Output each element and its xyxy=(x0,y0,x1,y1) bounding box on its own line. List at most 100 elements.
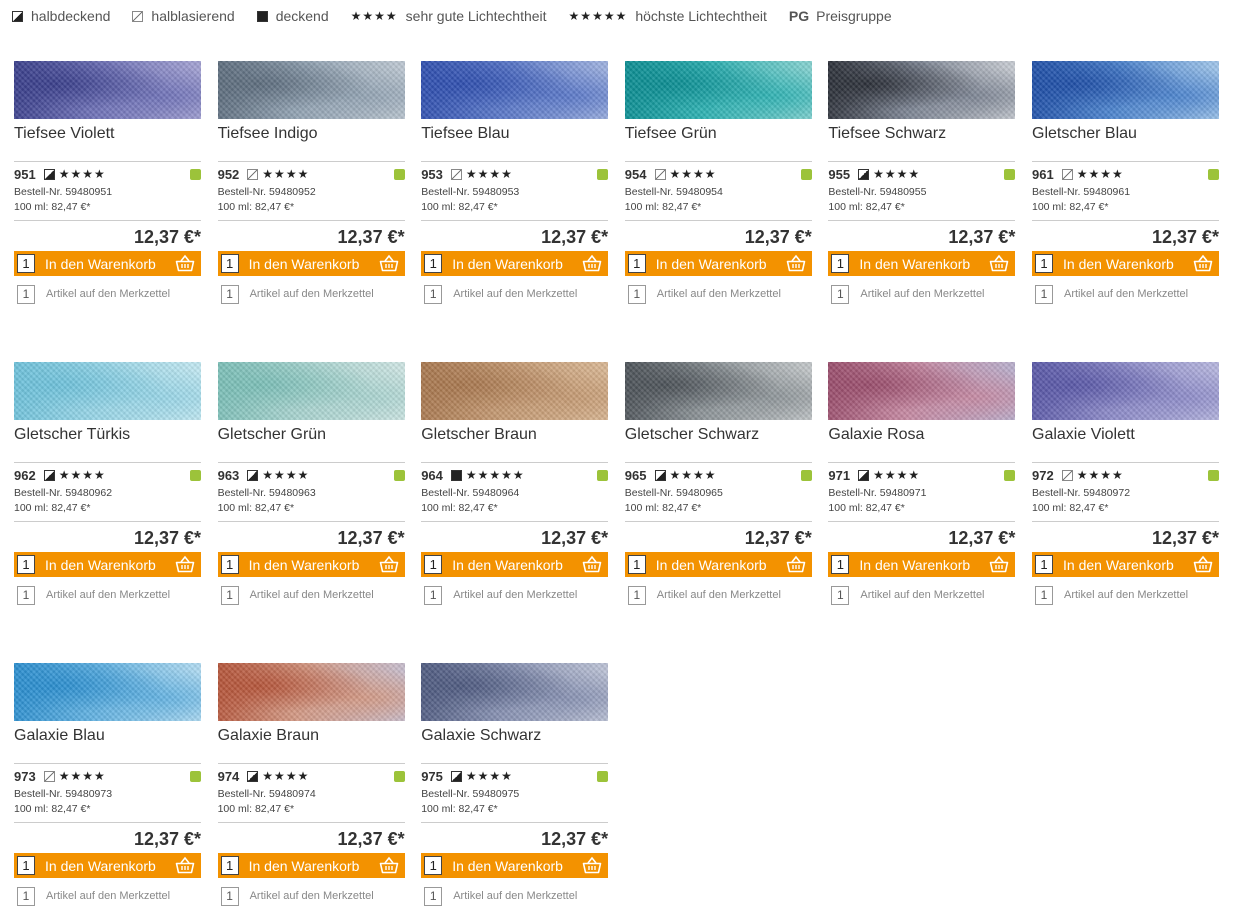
color-swatch-image[interactable] xyxy=(14,663,201,721)
color-swatch-image[interactable] xyxy=(217,663,405,721)
wishlist-quantity-input[interactable]: 1 xyxy=(220,585,239,605)
cart-quantity-input[interactable]: 1 xyxy=(17,254,35,273)
color-swatch-image[interactable] xyxy=(217,362,405,420)
cart-quantity-input[interactable]: 1 xyxy=(220,254,239,273)
add-to-cart-button[interactable]: 1 In den Warenkorb xyxy=(421,251,609,276)
cart-quantity-input[interactable]: 1 xyxy=(627,555,646,574)
color-swatch-image[interactable] xyxy=(828,362,1016,420)
cart-quantity-input[interactable]: 1 xyxy=(627,254,646,273)
product-name[interactable]: Gletscher Braun xyxy=(421,426,608,462)
add-to-cart-button[interactable]: 1 In den Warenkorb xyxy=(217,552,405,577)
add-to-wishlist-link[interactable]: Artikel auf den Merkzettel xyxy=(250,288,374,300)
color-swatch-image[interactable] xyxy=(1032,61,1219,119)
wishlist-quantity-input[interactable]: 1 xyxy=(17,886,35,906)
add-to-cart-button[interactable]: 1 In den Warenkorb xyxy=(421,552,609,577)
add-to-cart-button[interactable]: 1 In den Warenkorb xyxy=(828,251,1016,276)
cart-quantity-input[interactable]: 1 xyxy=(220,856,239,875)
add-to-wishlist-link[interactable]: Artikel auf den Merkzettel xyxy=(250,890,374,902)
color-swatch-image[interactable] xyxy=(624,61,812,119)
add-to-wishlist-link[interactable]: Artikel auf den Merkzettel xyxy=(453,288,577,300)
color-swatch-image[interactable] xyxy=(828,61,1016,119)
add-to-cart-button[interactable]: 1 In den Warenkorb xyxy=(1032,552,1219,577)
cart-quantity-input[interactable]: 1 xyxy=(17,555,35,574)
wishlist-quantity-input[interactable]: 1 xyxy=(424,886,443,906)
wishlist-quantity-input[interactable]: 1 xyxy=(1035,284,1053,304)
cart-quantity-input[interactable]: 1 xyxy=(1035,254,1053,273)
add-to-wishlist-link[interactable]: Artikel auf den Merkzettel xyxy=(657,288,781,300)
add-to-cart-button[interactable]: 1 In den Warenkorb xyxy=(1032,251,1219,276)
add-to-cart-button[interactable]: 1 In den Warenkorb xyxy=(14,552,201,577)
wishlist-quantity-input[interactable]: 1 xyxy=(1035,585,1053,605)
product-name[interactable]: Tiefsee Schwarz xyxy=(828,125,1015,161)
add-to-cart-button[interactable]: 1 In den Warenkorb xyxy=(421,853,609,878)
cart-quantity-input[interactable]: 1 xyxy=(831,555,850,574)
product-name[interactable]: Galaxie Schwarz xyxy=(421,727,608,763)
cart-quantity-input[interactable]: 1 xyxy=(17,856,35,875)
wishlist-quantity-input[interactable]: 1 xyxy=(220,284,239,304)
product-name[interactable]: Galaxie Violett xyxy=(1032,426,1219,462)
basket-icon xyxy=(990,555,1009,573)
product-card-955: Tiefsee Schwarz 955 ★★★★ Bestell-Nr. 594… xyxy=(828,61,1016,305)
color-swatch-image[interactable] xyxy=(421,362,609,420)
wishlist-quantity-input[interactable]: 1 xyxy=(627,585,646,605)
color-swatch-image[interactable] xyxy=(421,663,609,721)
product-name[interactable]: Galaxie Blau xyxy=(14,727,201,763)
cart-quantity-input[interactable]: 1 xyxy=(220,555,239,574)
wishlist-quantity-input[interactable]: 1 xyxy=(17,284,35,304)
add-to-wishlist-link[interactable]: Artikel auf den Merkzettel xyxy=(46,288,170,300)
wishlist-quantity-input[interactable]: 1 xyxy=(17,585,35,605)
product-name[interactable]: Gletscher Grün xyxy=(218,426,405,462)
product-name[interactable]: Gletscher Schwarz xyxy=(625,426,812,462)
cart-quantity-input[interactable]: 1 xyxy=(424,254,443,273)
product-name[interactable]: Gletscher Blau xyxy=(1032,125,1219,161)
add-to-cart-button[interactable]: 1 In den Warenkorb xyxy=(14,853,201,878)
color-swatch-image[interactable] xyxy=(1032,362,1219,420)
add-to-wishlist-link[interactable]: Artikel auf den Merkzettel xyxy=(46,890,170,902)
add-to-wishlist-link[interactable]: Artikel auf den Merkzettel xyxy=(453,890,577,902)
color-swatch-image[interactable] xyxy=(624,362,812,420)
product-name[interactable]: Galaxie Braun xyxy=(218,727,405,763)
lightfastness-stars-icon: ★★★★ xyxy=(58,468,106,482)
product-name[interactable]: Galaxie Rosa xyxy=(828,426,1015,462)
divider xyxy=(421,521,609,522)
add-to-wishlist-link[interactable]: Artikel auf den Merkzettel xyxy=(250,589,374,601)
cart-quantity-input[interactable]: 1 xyxy=(831,254,850,273)
add-to-cart-button[interactable]: 1 In den Warenkorb xyxy=(217,251,405,276)
add-to-cart-button[interactable]: 1 In den Warenkorb xyxy=(624,552,812,577)
add-to-cart-button[interactable]: 1 In den Warenkorb xyxy=(828,552,1016,577)
wishlist-quantity-input[interactable]: 1 xyxy=(831,585,850,605)
add-to-wishlist-link[interactable]: Artikel auf den Merkzettel xyxy=(657,589,781,601)
add-to-cart-button[interactable]: 1 In den Warenkorb xyxy=(14,251,201,276)
order-number: Bestell-Nr. 59480953 xyxy=(421,186,520,198)
add-to-wishlist-link[interactable]: Artikel auf den Merkzettel xyxy=(1064,589,1188,601)
product-name[interactable]: Tiefsee Indigo xyxy=(218,125,405,161)
price: 12,37 €* xyxy=(133,528,201,548)
product-name[interactable]: Tiefsee Grün xyxy=(625,125,812,161)
add-to-cart-button[interactable]: 1 In den Warenkorb xyxy=(624,251,812,276)
product-card-963: Gletscher Grün 963 ★★★★ Bestell-Nr. 5948… xyxy=(217,362,405,606)
divider xyxy=(624,161,812,162)
wishlist-quantity-input[interactable]: 1 xyxy=(831,284,850,304)
cart-quantity-input[interactable]: 1 xyxy=(424,856,443,875)
wishlist-quantity-input[interactable]: 1 xyxy=(424,284,443,304)
add-to-wishlist-link[interactable]: Artikel auf den Merkzettel xyxy=(860,288,984,300)
cart-quantity-input[interactable]: 1 xyxy=(424,555,443,574)
wishlist-quantity-input[interactable]: 1 xyxy=(424,585,443,605)
product-name[interactable]: Tiefsee Blau xyxy=(421,125,608,161)
product-number: 965 xyxy=(624,467,647,483)
wishlist-quantity-input[interactable]: 1 xyxy=(220,886,239,906)
color-swatch-image[interactable] xyxy=(14,61,201,119)
add-to-cart-button[interactable]: 1 In den Warenkorb xyxy=(217,853,405,878)
product-name[interactable]: Gletscher Türkis xyxy=(14,426,201,462)
product-name[interactable]: Tiefsee Violett xyxy=(14,125,201,161)
add-to-wishlist-link[interactable]: Artikel auf den Merkzettel xyxy=(453,589,577,601)
color-swatch-image[interactable] xyxy=(421,61,609,119)
add-to-cart-label: In den Warenkorb xyxy=(859,556,971,573)
add-to-wishlist-link[interactable]: Artikel auf den Merkzettel xyxy=(1064,288,1188,300)
color-swatch-image[interactable] xyxy=(14,362,201,420)
color-swatch-image[interactable] xyxy=(217,61,405,119)
add-to-wishlist-link[interactable]: Artikel auf den Merkzettel xyxy=(860,589,984,601)
wishlist-quantity-input[interactable]: 1 xyxy=(627,284,646,304)
cart-quantity-input[interactable]: 1 xyxy=(1035,555,1053,574)
add-to-wishlist-link[interactable]: Artikel auf den Merkzettel xyxy=(46,589,170,601)
